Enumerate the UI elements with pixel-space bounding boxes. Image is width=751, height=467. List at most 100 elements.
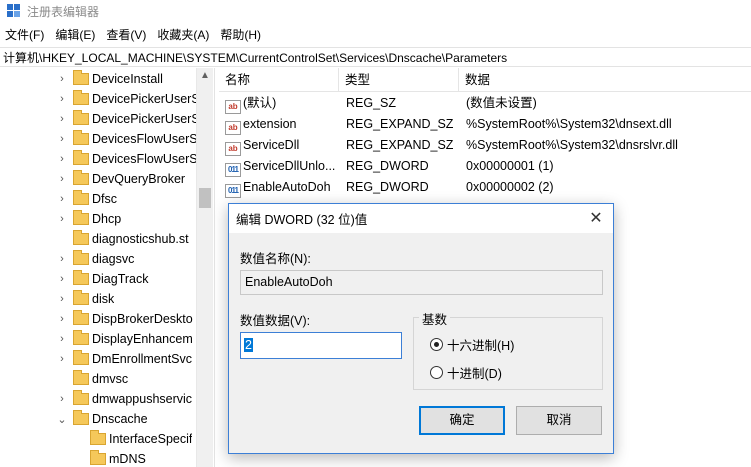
- list-item[interactable]: ab extension REG_EXPAND_SZ %SystemRoot%\Sys…: [219, 114, 751, 135]
- tree-item-label: Dfsc: [92, 192, 117, 206]
- tree-item[interactable]: › DevicesFlowUserS: [56, 129, 198, 149]
- binary-value-icon: 011: [225, 163, 241, 177]
- value-name: ServiceDll: [243, 138, 300, 152]
- tree-item[interactable]: › Dhcp: [56, 209, 121, 229]
- value-type: REG_DWORD: [346, 159, 429, 173]
- chevron-icon[interactable]: ›: [56, 193, 68, 205]
- ok-button[interactable]: 确定: [419, 406, 505, 435]
- dialog-title-bar: 编辑 DWORD (32 位)值: [229, 204, 613, 233]
- chevron-icon[interactable]: ›: [56, 313, 68, 325]
- folder-icon: [73, 310, 89, 325]
- chevron-icon[interactable]: ›: [56, 133, 68, 145]
- folder-icon: [73, 290, 89, 305]
- chevron-icon[interactable]: ›: [56, 393, 68, 405]
- column-data[interactable]: 数据: [459, 68, 751, 92]
- tree-item-label: dmwappushservic: [92, 392, 193, 406]
- menu-help[interactable]: 帮助(H): [215, 26, 267, 43]
- tree-item[interactable]: › DiagTrack: [56, 269, 149, 289]
- chevron-icon[interactable]: ›: [56, 293, 68, 305]
- folder-icon: [73, 130, 89, 145]
- tree-item-label: DevicePickerUserS: [92, 92, 200, 106]
- value-type: REG_EXPAND_SZ: [346, 138, 454, 152]
- value-name: ServiceDllUnlo...: [243, 159, 336, 173]
- tree-item[interactable]: › DevicesFlowUserS: [56, 149, 198, 169]
- radio-decimal-dot[interactable]: [430, 366, 443, 379]
- folder-icon: [73, 110, 89, 125]
- menu-favorites[interactable]: 收藏夹(A): [152, 26, 215, 43]
- value-data-label: 数值数据(V):: [240, 314, 311, 328]
- menu-view[interactable]: 查看(V): [101, 26, 152, 43]
- tree-item[interactable]: › DisplayEnhancem: [56, 329, 193, 349]
- window-title: 注册表编辑器: [27, 4, 100, 19]
- address-path: 计算机\HKEY_LOCAL_MACHINE\SYSTEM\CurrentCon…: [3, 50, 508, 65]
- folder-icon: [73, 330, 89, 345]
- menu-edit[interactable]: 编辑(E): [50, 26, 101, 43]
- chevron-icon[interactable]: ›: [56, 153, 68, 165]
- tree-item[interactable]: › DeviceInstall: [56, 69, 163, 89]
- tree-item[interactable]: › DevicePickerUserS: [56, 109, 200, 129]
- tree-item[interactable]: › DispBrokerDeskto: [56, 309, 193, 329]
- chevron-icon[interactable]: ›: [56, 113, 68, 125]
- folder-icon: [73, 350, 89, 365]
- tree-item[interactable]: › Dfsc: [56, 189, 117, 209]
- tree-item-label: DeviceInstall: [92, 72, 163, 86]
- chevron-icon[interactable]: ›: [56, 93, 68, 105]
- column-name[interactable]: 名称: [219, 68, 339, 92]
- regedit-icon: [7, 4, 21, 18]
- chevron-icon[interactable]: ›: [56, 273, 68, 285]
- tree-item[interactable]: › DevicePickerUserS: [56, 89, 200, 109]
- tree-item-label: DevQueryBroker: [92, 172, 186, 186]
- tree-item[interactable]: › disk: [56, 289, 114, 309]
- list-item[interactable]: 011 ServiceDllUnlo... REG_DWORD 0x00000001 …: [219, 156, 751, 177]
- radio-decimal[interactable]: 十进制(D): [430, 363, 502, 382]
- list-item[interactable]: ab ServiceDll REG_EXPAND_SZ %SystemRoot%\Sy…: [219, 135, 751, 156]
- string-value-icon: ab: [225, 100, 241, 114]
- radio-hex[interactable]: 十六进制(H): [430, 335, 514, 354]
- tree-item[interactable]: › DmEnrollmentSvc: [56, 349, 192, 369]
- chevron-icon[interactable]: ›: [56, 213, 68, 225]
- value-name-label: 数值名称(N):: [240, 252, 311, 266]
- chevron-icon[interactable]: ›: [56, 173, 68, 185]
- folder-icon: [73, 150, 89, 165]
- tree-item[interactable]: InterfaceSpecif: [73, 429, 192, 449]
- list-item[interactable]: ab (默认) REG_SZ (数值未设置): [219, 93, 751, 114]
- tree-item[interactable]: › dmwappushservic: [56, 389, 192, 409]
- tree-item-label: DiagTrack: [92, 272, 149, 286]
- folder-icon: [73, 410, 89, 425]
- tree-item[interactable]: › DevQueryBroker: [56, 169, 185, 189]
- close-icon[interactable]: ✕: [579, 204, 613, 233]
- key-tree: › DeviceInstall › DevicePickerUserS › DeviceP…: [0, 68, 214, 467]
- chevron-icon[interactable]: ⌄: [56, 413, 68, 426]
- menu-file[interactable]: 文件(F): [0, 26, 50, 43]
- folder-icon: [73, 370, 89, 385]
- value-data-text: 2: [244, 338, 253, 352]
- value-data-input[interactable]: 2: [240, 332, 402, 359]
- scroll-up-icon[interactable]: ▲: [200, 70, 210, 81]
- string-value-icon: ab: [225, 142, 241, 156]
- value-name: (默认): [243, 96, 277, 110]
- tree-item[interactable]: dmvsc: [56, 369, 128, 389]
- radio-hex-dot[interactable]: [430, 338, 443, 351]
- tree-item-label: Dnscache: [92, 412, 148, 426]
- tree-scrollbar[interactable]: ▲: [196, 68, 213, 467]
- tree-item[interactable]: diagnosticshub.st: [56, 229, 189, 249]
- list-item[interactable]: 011 EnableAutoDoh REG_DWORD 0x00000002 (2): [219, 177, 751, 198]
- chevron-icon[interactable]: ›: [56, 353, 68, 365]
- scroll-thumb[interactable]: [199, 188, 211, 208]
- tree-item[interactable]: mDNS: [73, 449, 146, 467]
- chevron-icon[interactable]: ›: [56, 333, 68, 345]
- address-bar[interactable]: 计算机\HKEY_LOCAL_MACHINE\SYSTEM\CurrentCon…: [0, 47, 751, 67]
- tree-item[interactable]: › diagsvc: [56, 249, 134, 269]
- folder-icon: [90, 430, 106, 445]
- chevron-icon[interactable]: ›: [56, 253, 68, 265]
- folder-icon: [90, 450, 106, 465]
- edit-dword-dialog: 编辑 DWORD (32 位)值 ✕ 数值名称(N): EnableAutoDo…: [228, 203, 614, 454]
- tree-item-label: Dhcp: [92, 212, 122, 226]
- column-type[interactable]: 类型: [339, 68, 459, 92]
- value-data: 0x00000001 (1): [466, 159, 554, 173]
- cancel-button[interactable]: 取消: [516, 406, 602, 435]
- tree-item-label: diagsvc: [92, 252, 135, 266]
- chevron-icon[interactable]: ›: [56, 73, 68, 85]
- tree-item[interactable]: ⌄ Dnscache: [56, 409, 148, 429]
- menu-bar: 文件(F) 编辑(E) 查看(V) 收藏夹(A) 帮助(H): [0, 24, 751, 44]
